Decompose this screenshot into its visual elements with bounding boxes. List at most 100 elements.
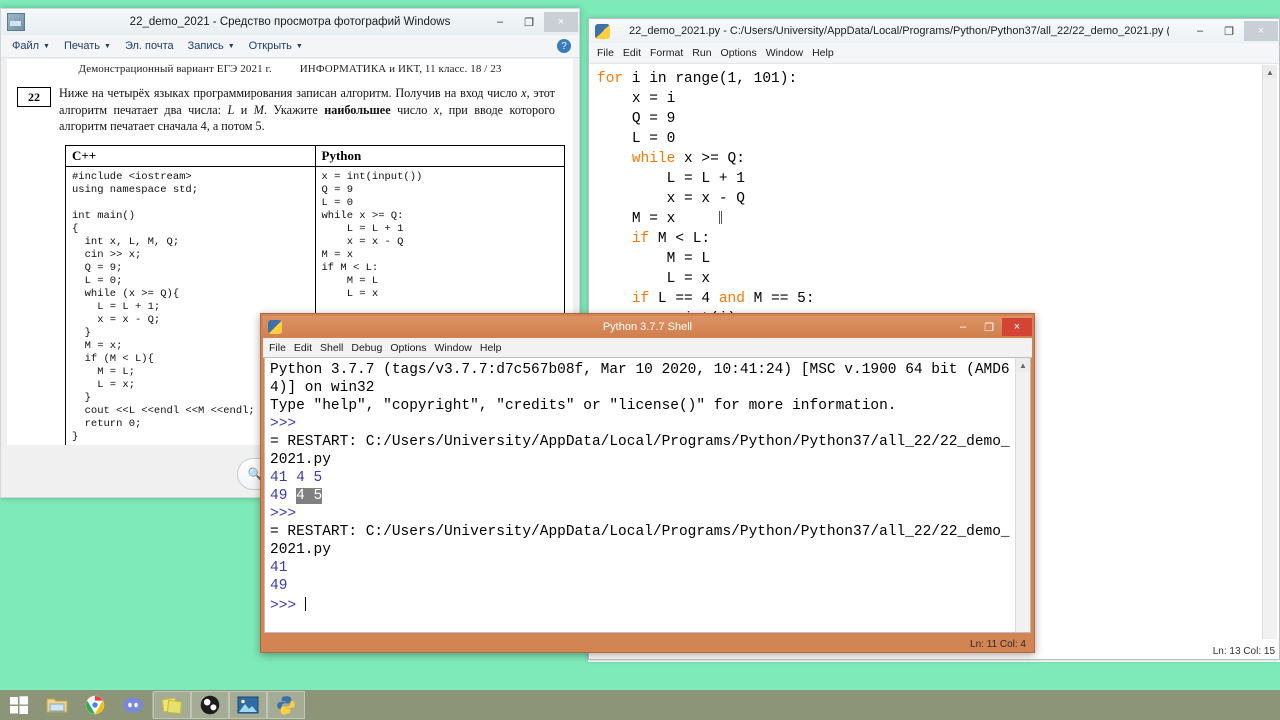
- code-line: L = L + 1: [597, 169, 1263, 189]
- idle-editor-titlebar[interactable]: 22_demo_2021.py - C:/Users/University/Ap…: [589, 19, 1279, 43]
- shell-restart-line: = RESTART: C:/Users/University/AppData/L…: [270, 524, 1010, 558]
- code-token: for: [597, 71, 624, 87]
- taskbar-item-file-explorer[interactable]: [38, 691, 76, 719]
- tab-format[interactable]: Format: [650, 47, 683, 59]
- code-token: if: [631, 291, 650, 307]
- photo-viewer-titlebar[interactable]: 22_demo_2021 - Средство просмотра фотогр…: [1, 9, 579, 35]
- editor-scrollbar[interactable]: ▲: [1262, 65, 1277, 639]
- shell-tab-help[interactable]: Help: [480, 342, 502, 354]
- shell-tab-edit[interactable]: Edit: [294, 342, 312, 354]
- scroll-up-arrow-icon[interactable]: ▲: [1263, 65, 1277, 79]
- photo-viewer-menubar[interactable]: Файл ▼ Печать ▼ Эл. почта Запись ▼ Откры…: [1, 35, 579, 58]
- shell-prompt: >>>: [270, 416, 297, 432]
- shell-restart-line: = RESTART: C:/Users/University/AppData/L…: [270, 434, 1010, 468]
- shell-scrollbar[interactable]: ▲: [1015, 358, 1030, 632]
- folder-icon: [46, 698, 68, 713]
- code-token: x >= Q:: [675, 151, 745, 167]
- screen-root: 22_demo_2021 - Средство просмотра фотогр…: [0, 0, 1280, 720]
- code-token: L == 4: [649, 291, 719, 307]
- notes-icon: [161, 697, 183, 715]
- idle-shell-title: Python 3.7.7 Shell: [602, 321, 693, 333]
- shell-prompt-label: >>>: [270, 598, 305, 614]
- code-token: M < L:: [649, 231, 711, 247]
- menu-item-file[interactable]: Файл ▼: [7, 38, 55, 54]
- tab-window[interactable]: Window: [766, 47, 803, 59]
- shell-tab-file[interactable]: File: [269, 342, 286, 354]
- shell-output-line: 41 4 5: [270, 470, 323, 486]
- taskbar-item-obs[interactable]: [191, 691, 229, 719]
- idle-editor-close-button[interactable]: ×: [1244, 21, 1278, 41]
- tab-file[interactable]: File: [597, 47, 614, 59]
- menu-item-burn-label: Запись: [187, 40, 224, 52]
- tab-options[interactable]: Options: [721, 47, 757, 59]
- taskbar-item-python-idle[interactable]: [267, 691, 305, 719]
- idle-editor-maximize-button[interactable]: ❐: [1215, 21, 1243, 41]
- taskbar-item-sticky-notes[interactable]: [153, 691, 191, 719]
- code-column-cpp-header: C++: [66, 146, 315, 167]
- photo-viewer-maximize-button[interactable]: ❐: [515, 12, 543, 32]
- help-icon[interactable]: ?: [557, 39, 571, 53]
- shell-banner-line: Type "help", "copyright", "credits" or "…: [270, 398, 897, 414]
- shell-output-line-selected[interactable]: 49 4 5: [270, 487, 1015, 505]
- taskbar-item-photo-viewer[interactable]: [229, 691, 267, 719]
- idle-shell-titlebar[interactable]: Python 3.7.7 Shell – ❐ ×: [263, 316, 1032, 338]
- code-line: L = x: [597, 269, 1263, 289]
- code-line: if M < L:: [597, 229, 1263, 249]
- idle-editor-minimize-button[interactable]: –: [1186, 21, 1214, 41]
- question-text: Ниже на четырёх языках программирования …: [59, 85, 555, 135]
- code-line: L = 0: [597, 129, 1263, 149]
- taskbar[interactable]: [0, 690, 1280, 720]
- chevron-down-icon: ▼: [295, 42, 303, 50]
- scroll-up-arrow-icon[interactable]: ▲: [1016, 358, 1030, 372]
- code-line: x = x - Q: [597, 189, 1263, 209]
- idle-shell-menubar[interactable]: File Edit Shell Debug Options Window Hel…: [263, 338, 1032, 358]
- code-token: M = x: [631, 211, 676, 227]
- editor-status-bar: Ln: 13 Col: 15: [1212, 646, 1275, 657]
- idle-shell-minimize-button[interactable]: –: [950, 318, 976, 336]
- shell-output-text[interactable]: Python 3.7.7 (tags/v3.7.7:d7c567b08f, Ma…: [265, 358, 1015, 632]
- shell-output-prefix: 49: [270, 488, 297, 504]
- q-part-7: наибольшее: [324, 102, 391, 117]
- chevron-down-icon: ▼: [227, 42, 235, 50]
- code-line: M = x: [597, 209, 1263, 229]
- discord-icon: [123, 697, 143, 713]
- shell-active-prompt[interactable]: >>>: [270, 595, 1015, 615]
- shell-tab-options[interactable]: Options: [390, 342, 426, 354]
- taskbar-item-start[interactable]: [0, 691, 38, 719]
- shell-output-region[interactable]: Python 3.7.7 (tags/v3.7.7:d7c567b08f, Ma…: [264, 357, 1031, 633]
- tab-help[interactable]: Help: [812, 47, 834, 59]
- idle-shell-window-controls: – ❐ ×: [950, 314, 1032, 340]
- shell-text-selection[interactable]: 4 5: [296, 488, 323, 504]
- shell-status-bar: Ln: 11 Col: 4: [970, 639, 1026, 650]
- text-caret-icon: [304, 597, 306, 611]
- shell-tab-debug[interactable]: Debug: [351, 342, 382, 354]
- taskbar-item-discord[interactable]: [114, 691, 152, 719]
- idle-editor-menubar[interactable]: File Edit Format Run Options Window Help: [589, 43, 1279, 64]
- tab-run[interactable]: Run: [692, 47, 711, 59]
- taskbar-item-chrome[interactable]: [76, 691, 114, 719]
- menu-item-open[interactable]: Открыть ▼: [244, 38, 308, 54]
- idle-shell-close-button[interactable]: ×: [1002, 318, 1032, 336]
- idle-editor-window-controls: – ❐ ×: [1186, 18, 1279, 44]
- menu-item-print[interactable]: Печать ▼: [59, 38, 116, 54]
- tab-edit[interactable]: Edit: [623, 47, 641, 59]
- photo-viewer-close-button[interactable]: ×: [544, 12, 578, 32]
- q-part-6: . Укажите: [263, 102, 325, 117]
- shell-tab-shell[interactable]: Shell: [320, 342, 343, 354]
- menu-item-email[interactable]: Эл. почта: [120, 38, 179, 54]
- code-line: Q = 9: [597, 109, 1263, 129]
- photo-viewer-window-controls: – ❐ ×: [486, 9, 579, 35]
- shell-output-line: 49: [270, 578, 288, 594]
- menu-item-burn[interactable]: Запись ▼: [183, 38, 240, 54]
- shell-tab-window[interactable]: Window: [435, 342, 472, 354]
- q-part-0: Ниже на четырёх языках программирования …: [59, 86, 522, 100]
- idle-shell-window[interactable]: Python 3.7.7 Shell – ❐ × File Edit Shell…: [260, 313, 1035, 653]
- idle-shell-maximize-button[interactable]: ❐: [976, 318, 1002, 336]
- code-column-python-body: x = int(input()) Q = 9 L = 0 while x >= …: [321, 170, 423, 300]
- code-line: for i in range(1, 101):: [597, 69, 1263, 89]
- code-token: (1, 101):: [718, 71, 798, 87]
- code-line: M = L: [597, 249, 1263, 269]
- photo-viewer-minimize-button[interactable]: –: [486, 12, 514, 32]
- q-part-8: число: [390, 102, 434, 117]
- code-token: x = i: [631, 91, 676, 107]
